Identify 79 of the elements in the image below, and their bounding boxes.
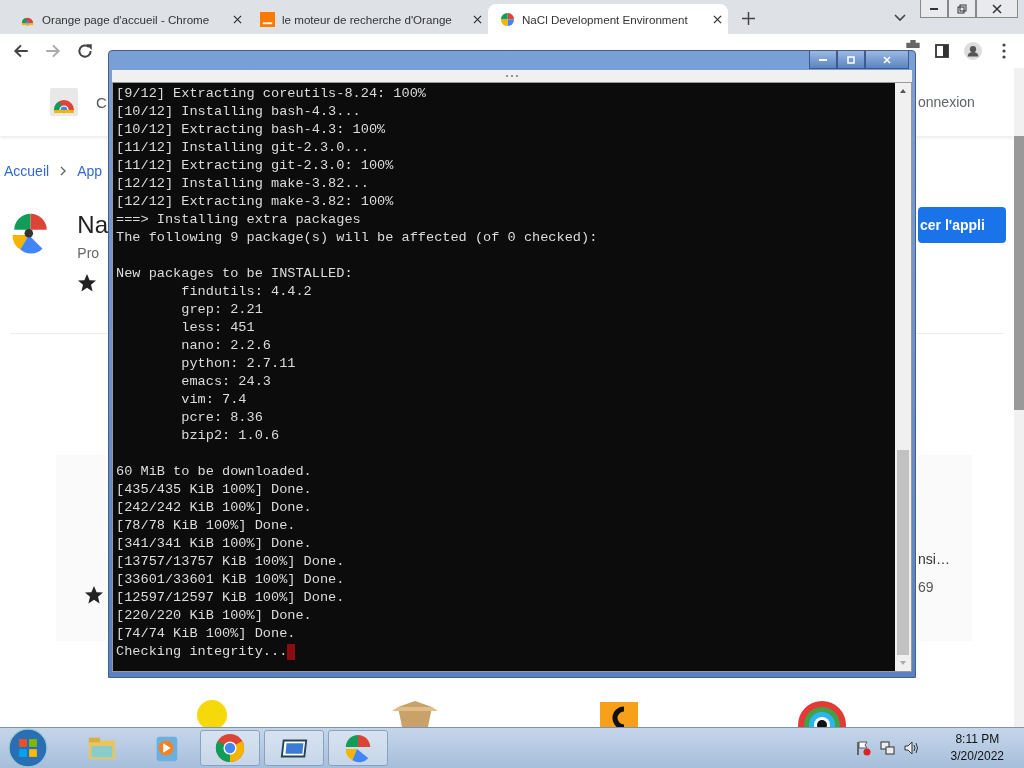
network-icon[interactable] <box>878 740 895 756</box>
start-button[interactable] <box>8 728 48 768</box>
terminal-line: grep: 2.21 <box>180 301 263 319</box>
new-tab-icon[interactable] <box>742 12 755 25</box>
terminal-line: [11/12] Extracting git-2.3.0: 100% <box>116 157 394 175</box>
terminal-line: New packages to be INSTALLED: <box>116 265 353 283</box>
maximize-button[interactable] <box>837 51 865 69</box>
store-logo-icon <box>50 88 78 116</box>
store-title: C <box>96 93 107 111</box>
app-card[interactable]: nsi… 69 <box>918 455 972 641</box>
reload-icon[interactable] <box>76 42 94 60</box>
terminal-line: [11/12] Installing git-2.3.0... <box>116 139 369 157</box>
logo-icon <box>260 11 275 27</box>
volume-icon[interactable] <box>902 740 919 756</box>
terminal-line: less: 451 <box>180 319 255 337</box>
app-title: Na <box>77 211 108 239</box>
app-card-title: nsi… <box>918 551 950 567</box>
terminal-line: [12/12] Installing make-3.82... <box>116 175 369 193</box>
minimize-icon <box>819 58 827 61</box>
rating-count: 69 <box>918 579 934 595</box>
terminal-line: [242/242 KiB 100%] Done. <box>116 499 312 517</box>
maximize-icon <box>846 54 856 65</box>
back-icon[interactable] <box>12 42 30 60</box>
close-button[interactable] <box>865 51 909 69</box>
star-icon <box>77 273 98 293</box>
scrollbar[interactable] <box>1014 68 1024 727</box>
breadcrumb-link[interactable]: App <box>77 163 103 179</box>
terminal-line: [33601/33601 KiB 100%] Done. <box>116 571 345 589</box>
pie-logo-icon <box>500 11 515 27</box>
sidebar-icon[interactable] <box>934 43 950 59</box>
window-icon[interactable] <box>264 730 324 766</box>
browser-tab[interactable]: le moteur de recherche d'Orange <box>248 4 488 34</box>
terminal-line: nano: 2.2.6 <box>180 337 271 355</box>
launch-app-button[interactable]: cer l'appli <box>918 207 1006 243</box>
resize-grip-icon[interactable] <box>505 74 519 78</box>
close-icon[interactable] <box>473 14 482 24</box>
minimize-button[interactable] <box>809 51 837 69</box>
terminal-line: [74/74 KiB 100%] Done. <box>116 625 296 643</box>
close-icon <box>992 3 1002 14</box>
minimize-icon <box>930 7 938 10</box>
terminal-line: pcre: 8.36 <box>180 409 263 427</box>
avatar-icon[interactable] <box>964 42 982 60</box>
terminal-line: Checking integrity... <box>116 643 288 661</box>
minimize-button[interactable] <box>920 0 948 18</box>
terminal-line: bzip2: 1.0.6 <box>180 427 280 445</box>
terminal-line: [12/12] Extracting make-3.82: 100% <box>116 193 394 211</box>
terminal-line: [78/78 KiB 100%] Done. <box>116 517 296 535</box>
terminal-line: [341/341 KiB 100%] Done. <box>116 535 312 553</box>
terminal-line: python: 2.7.11 <box>180 355 296 373</box>
star-icon <box>84 585 104 605</box>
terminal-line: [435/435 KiB 100%] Done. <box>116 481 312 499</box>
terminal-line: [9/12] Extracting coreutils-8.24: 100% <box>116 85 426 103</box>
close-button[interactable] <box>976 0 1018 18</box>
browser-tab[interactable]: Orange page d'accueil - Chrome <box>8 4 248 34</box>
restore-icon <box>957 3 967 14</box>
terminal-line: 60 MiB to be downloaded. <box>116 463 312 481</box>
breadcrumb-link[interactable]: Accueil <box>4 163 50 179</box>
terminal-line: [10/12] Extracting bash-4.3: 100% <box>116 121 386 139</box>
terminal-line: findutils: 4.4.2 <box>180 283 312 301</box>
terminal-line: The following 9 package(s) will be affected (of 0 checked): <box>116 229 598 247</box>
sign-in-link[interactable]: onnexion <box>918 94 975 110</box>
app-publisher: Pro <box>77 245 101 261</box>
terminal-line: ===> Installing extra packages <box>116 211 361 229</box>
terminal-line: [220/220 KiB 100%] Done. <box>116 607 312 625</box>
scroll-up-icon[interactable] <box>899 88 907 94</box>
browser-tab[interactable]: NaCl Development Environment <box>488 4 728 34</box>
close-icon <box>882 54 892 65</box>
terminal-line: [12597/12597 KiB 100%] Done. <box>116 589 345 607</box>
terminal-line: emacs: 24.3 <box>180 373 271 391</box>
terminal-line: vim: 7.4 <box>180 391 247 409</box>
close-icon[interactable] <box>713 14 722 24</box>
restore-button[interactable] <box>948 0 976 18</box>
terminal-line: [13757/13757 KiB 100%] Done. <box>116 553 345 571</box>
flag-icon[interactable] <box>854 740 871 756</box>
close-icon[interactable] <box>233 14 242 24</box>
chevron-down-icon[interactable] <box>894 14 906 22</box>
terminal-line: [10/12] Installing bash-4.3... <box>116 103 361 121</box>
clock[interactable]: 8:11 PM 3/20/2022 <box>946 731 1008 765</box>
chevron-right-icon <box>60 166 67 176</box>
